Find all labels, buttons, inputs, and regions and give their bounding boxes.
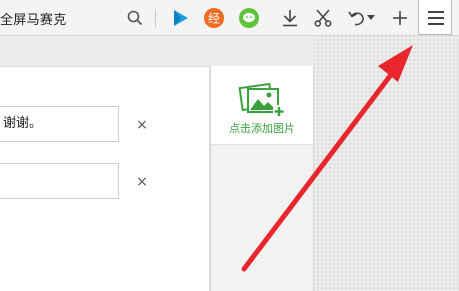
scissors-icon[interactable] [311, 6, 335, 30]
download-icon[interactable] [278, 6, 302, 30]
clear-field-2-icon[interactable]: × [136, 175, 148, 189]
background-pattern [314, 36, 459, 291]
menu-icon[interactable] [418, 0, 452, 35]
add-image-button[interactable]: 点击添加图片 [211, 66, 313, 145]
image-upload-panel: 点击添加图片 [210, 66, 314, 291]
text-field-1[interactable]: 谢谢。 [0, 106, 119, 142]
video-play-icon[interactable] [168, 6, 192, 30]
search-icon[interactable] [126, 9, 144, 27]
svg-text:经: 经 [208, 12, 220, 26]
text-field-2[interactable] [0, 163, 119, 199]
new-tab-plus-icon[interactable] [388, 6, 412, 30]
browser-toolbar: 全屏马赛克 经 [0, 0, 459, 36]
fullscreen-mosaic-button[interactable]: 全屏马赛克 [0, 9, 67, 28]
add-image-icon [238, 80, 286, 118]
toolbar-divider [155, 9, 156, 27]
add-image-label: 点击添加图片 [229, 122, 295, 135]
dropdown-caret-icon[interactable] [366, 6, 376, 30]
wechat-icon[interactable] [237, 6, 261, 30]
jing-app-icon[interactable]: 经 [202, 6, 226, 30]
clear-field-1-icon[interactable]: × [136, 118, 148, 132]
